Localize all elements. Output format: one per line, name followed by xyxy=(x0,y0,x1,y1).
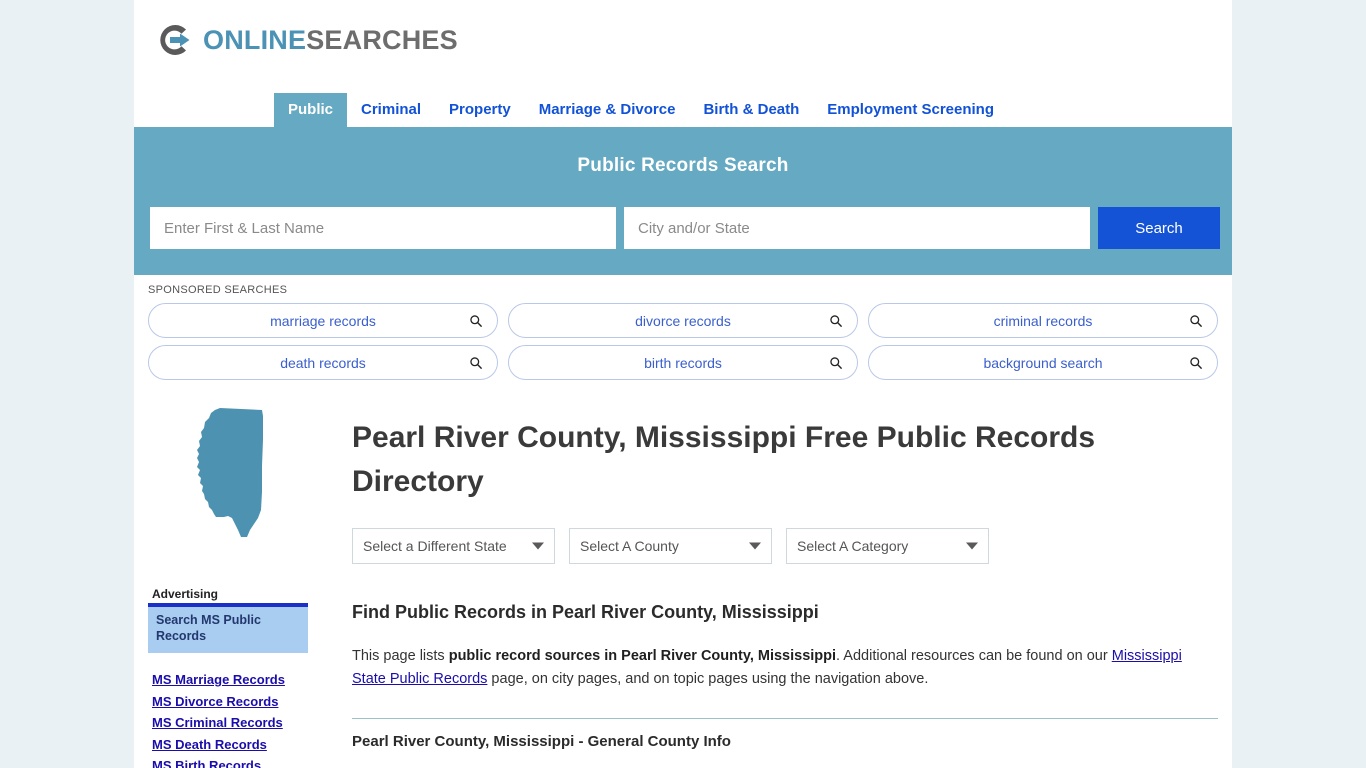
search-icon xyxy=(830,314,843,327)
sidebar-links-list: MS Marriage Records MS Divorce Records M… xyxy=(148,653,338,768)
sponsored-searches-grid: marriage records divorce records crimina… xyxy=(148,303,1218,380)
search-form: Search xyxy=(148,207,1220,249)
county-info-block: Pearl River County, Mississippi - Genera… xyxy=(352,717,1218,750)
logo-text-searches: SEARCHES xyxy=(306,24,458,55)
sponsored-pill-label: marriage records xyxy=(270,312,376,329)
mississippi-state-map-icon xyxy=(197,408,263,537)
sponsored-pill-death-records[interactable]: death records xyxy=(148,345,498,380)
sponsored-pill-criminal-records[interactable]: criminal records xyxy=(868,303,1218,338)
page-body: Advertising Search MS Public Records MS … xyxy=(134,388,1232,768)
intro-text-bold: public record sources in Pearl River Cou… xyxy=(448,648,837,664)
search-button[interactable]: Search xyxy=(1098,207,1220,249)
sponsored-pill-marriage-records[interactable]: marriage records xyxy=(148,303,498,338)
page-root: ONLINESEARCHES Public Criminal Property … xyxy=(0,0,1366,768)
select-state[interactable]: Select a Different State xyxy=(352,528,555,564)
state-shape-container xyxy=(148,400,318,545)
select-category-value: Select A Category xyxy=(797,538,909,554)
sponsored-pill-birth-records[interactable]: birth records xyxy=(508,345,858,380)
ad-box-text: Search MS Public Records xyxy=(156,613,261,643)
sidebar-link-ms-death-records[interactable]: MS Death Records xyxy=(152,736,338,754)
sidebar-link-ms-birth-records[interactable]: MS Birth Records xyxy=(152,757,338,768)
intro-text-part2: . Additional resources can be found on o… xyxy=(836,648,1112,664)
sponsored-pill-label: birth records xyxy=(644,354,722,371)
sidebar-link-ms-divorce-records[interactable]: MS Divorce Records xyxy=(152,693,338,711)
site-logo[interactable]: ONLINESEARCHES xyxy=(154,20,458,60)
sponsored-pill-label: background search xyxy=(983,354,1103,371)
sponsored-searches-label: SPONSORED SEARCHES xyxy=(148,284,288,296)
sidebar: Advertising Search MS Public Records MS … xyxy=(148,394,338,768)
page-title: Pearl River County, Mississippi Free Pub… xyxy=(352,421,1096,498)
public-records-search-panel: Public Records Search Search xyxy=(134,127,1232,275)
sponsored-pill-divorce-records[interactable]: divorce records xyxy=(508,303,858,338)
search-icon xyxy=(470,356,483,369)
sponsored-pill-label: criminal records xyxy=(993,312,1093,329)
intro-text-part1: This page lists xyxy=(352,648,449,664)
search-icon xyxy=(1190,314,1203,327)
logo-text-online: ONLINE xyxy=(203,24,307,55)
filter-selects: Select a Different State Select A County… xyxy=(352,528,1218,564)
select-category[interactable]: Select A Category xyxy=(786,528,989,564)
sponsored-pill-background-search[interactable]: background search xyxy=(868,345,1218,380)
sponsored-pill-label: death records xyxy=(280,354,366,371)
section-title: Find Public Records in Pearl River Count… xyxy=(352,602,819,622)
tab-criminal[interactable]: Criminal xyxy=(347,93,435,127)
chevron-down-icon xyxy=(749,542,761,550)
tab-public[interactable]: Public xyxy=(274,93,348,127)
chevron-down-icon xyxy=(532,542,544,550)
search-panel-title: Public Records Search xyxy=(577,155,789,176)
intro-paragraph: This page lists public record sources in… xyxy=(352,645,1197,692)
sidebar-link-ms-criminal-records[interactable]: MS Criminal Records xyxy=(152,714,338,732)
ad-box-search-ms-public-records[interactable]: Search MS Public Records xyxy=(148,603,308,654)
main-content: Pearl River County, Mississippi Free Pub… xyxy=(338,394,1218,768)
select-state-value: Select a Different State xyxy=(363,538,507,554)
advertising-label: Advertising xyxy=(152,587,219,601)
main-navigation: Public Criminal Property Marriage & Divo… xyxy=(134,80,1232,127)
intro-text-part3: page, on city pages, and on topic pages … xyxy=(487,671,929,688)
chevron-down-icon xyxy=(966,542,978,550)
sponsored-searches-section: SPONSORED SEARCHES marriage records divo… xyxy=(134,275,1232,388)
tab-employment-screening[interactable]: Employment Screening xyxy=(813,93,1008,127)
tab-property[interactable]: Property xyxy=(435,93,525,127)
search-icon xyxy=(470,314,483,327)
county-info-title: Pearl River County, Mississippi - Genera… xyxy=(352,732,731,750)
select-county-value: Select A County xyxy=(580,538,679,554)
select-county[interactable]: Select A County xyxy=(569,528,772,564)
tab-marriage-divorce[interactable]: Marriage & Divorce xyxy=(525,93,690,127)
header-logo-row: ONLINESEARCHES xyxy=(134,0,1232,80)
sponsored-pill-label: divorce records xyxy=(635,312,731,329)
content-container: ONLINESEARCHES Public Criminal Property … xyxy=(134,0,1232,768)
sidebar-link-ms-marriage-records[interactable]: MS Marriage Records xyxy=(152,671,338,689)
search-icon xyxy=(1190,356,1203,369)
tab-birth-death[interactable]: Birth & Death xyxy=(689,93,813,127)
name-search-input[interactable] xyxy=(150,207,616,249)
search-icon xyxy=(830,356,843,369)
location-search-input[interactable] xyxy=(624,207,1090,249)
circle-arrow-logo-icon xyxy=(160,25,190,56)
